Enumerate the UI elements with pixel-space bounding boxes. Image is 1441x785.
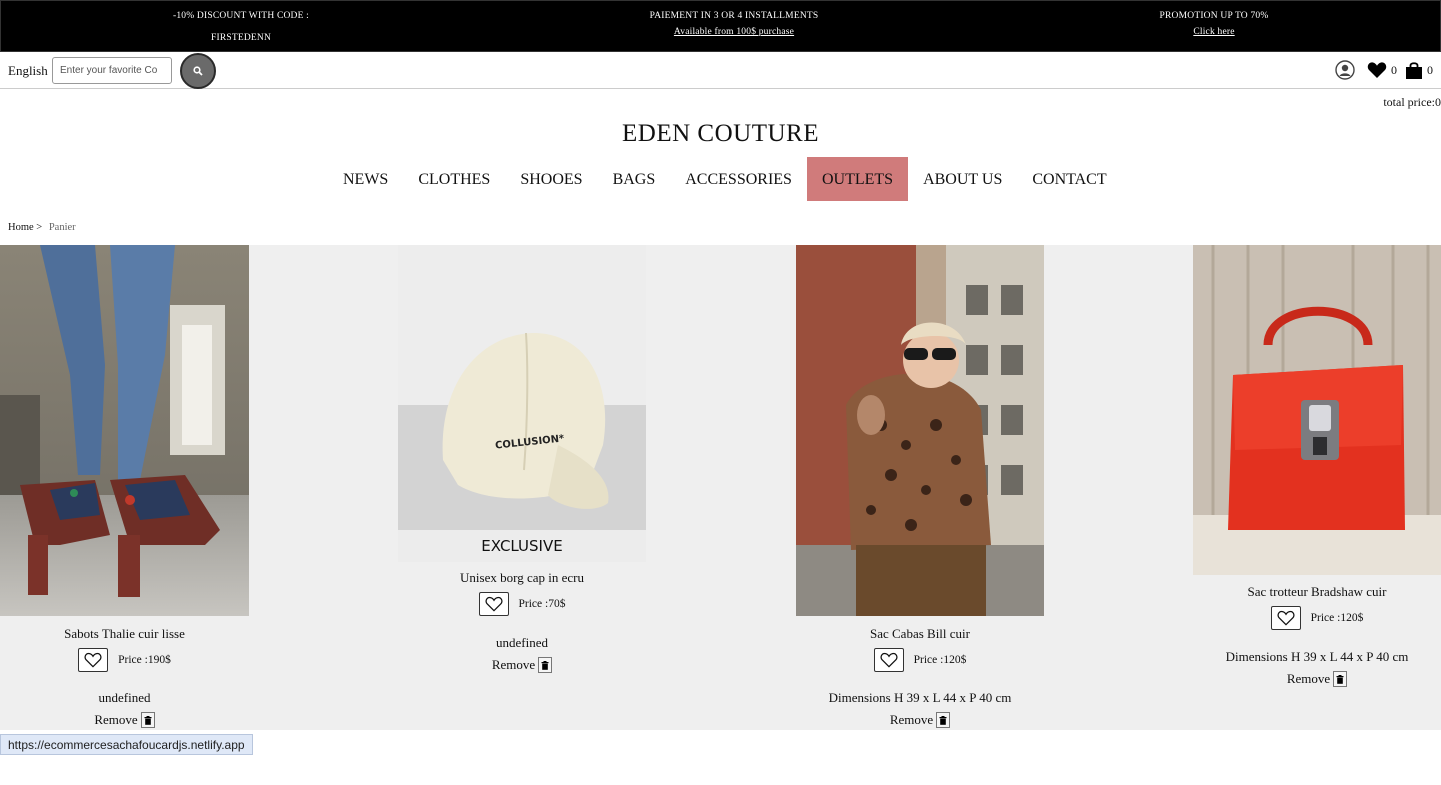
- trash-icon[interactable]: [936, 712, 951, 728]
- add-to-wishlist-button[interactable]: [78, 648, 109, 672]
- trash-icon[interactable]: [538, 657, 553, 673]
- product-price: Price :120$: [1310, 612, 1364, 624]
- promo-installments: PAIEMENT IN 3 OR 4 INSTALLMENTS Availabl…: [584, 1, 884, 53]
- breadcrumb-home[interactable]: Home >: [8, 222, 42, 233]
- promo-discount: -10% DISCOUNT WITH CODE : FIRSTEDENN: [141, 1, 341, 53]
- promo-sale: PROMOTION UP TO 70% Click here: [1114, 1, 1314, 53]
- product-price-row: Price :190$: [0, 648, 249, 672]
- exclusive-badge: EXCLUSIVE: [398, 530, 646, 562]
- promo-bar: -10% DISCOUNT WITH CODE : FIRSTEDENN PAI…: [0, 0, 1441, 52]
- heart-outline-icon: [84, 652, 102, 668]
- product-name: Unisex borg cap in ecru: [460, 570, 584, 585]
- product-details: Dimensions H 39 x L 44 x P 40 cm: [828, 690, 1012, 705]
- add-to-wishlist-button[interactable]: [1270, 606, 1301, 630]
- remove-button[interactable]: Remove: [1193, 671, 1441, 687]
- wishlist-count: 0: [1391, 62, 1397, 77]
- product-price: Price :120$: [913, 654, 967, 666]
- toolbar: English 0 0: [0, 52, 1441, 89]
- search-icon: [193, 66, 203, 76]
- remove-label: Remove: [1286, 671, 1331, 686]
- product-price-row: Price :70$: [398, 592, 646, 616]
- promo-installments-link[interactable]: Available from 100$ purchase: [584, 27, 884, 37]
- product-price: Price :190$: [118, 654, 171, 666]
- remove-button[interactable]: Remove: [0, 712, 249, 728]
- nav-outlets[interactable]: OUTLETS: [806, 157, 909, 201]
- promo-discount-text: -10% DISCOUNT WITH CODE :: [172, 11, 310, 21]
- product-details: Dimensions H 39 x L 44 x P 40 cm: [1225, 649, 1409, 664]
- wishlist-button[interactable]: [1367, 61, 1387, 79]
- account-button[interactable]: [1335, 60, 1355, 80]
- product-details: undefined: [98, 690, 151, 705]
- add-to-wishlist-button[interactable]: [478, 592, 509, 616]
- remove-label: Remove: [94, 712, 138, 727]
- nav-about-us[interactable]: ABOUT US: [908, 157, 1017, 201]
- nav-accessories[interactable]: ACCESSORIES: [670, 157, 807, 201]
- nav-clothes[interactable]: CLOTHES: [403, 157, 505, 201]
- product-details: undefined: [496, 635, 548, 650]
- breadcrumb-current: Panier: [48, 222, 76, 233]
- trash-icon[interactable]: [1333, 671, 1348, 687]
- promo-sale-text: PROMOTION UP TO 70%: [1159, 11, 1269, 21]
- product-price: Price :70$: [518, 598, 566, 610]
- header-actions: 0 0: [1335, 57, 1433, 83]
- remove-label: Remove: [889, 712, 934, 727]
- trash-icon[interactable]: [140, 712, 155, 728]
- nav-bags[interactable]: BAGS: [598, 157, 671, 201]
- breadcrumb: Home > Panier: [8, 222, 76, 233]
- user-icon: [1335, 60, 1355, 80]
- product-name: Sac Cabas Bill cuir: [869, 626, 970, 641]
- cart-product-list: Sabots Thalie cuir lisse Price :190$ und…: [0, 245, 1441, 730]
- remove-button[interactable]: Remove: [398, 657, 646, 673]
- remove-label: Remove: [491, 657, 536, 672]
- search-input[interactable]: [52, 57, 172, 84]
- product-name: Sac trotteur Bradshaw cuir: [1247, 584, 1387, 599]
- remove-button[interactable]: Remove: [796, 712, 1044, 728]
- brand-logo[interactable]: EDEN COUTURE: [0, 120, 1441, 148]
- heart-icon: [1367, 62, 1387, 78]
- heart-outline-icon: [485, 596, 502, 612]
- promo-installments-text: PAIEMENT IN 3 OR 4 INSTALLMENTS: [649, 11, 819, 21]
- main-nav: NEWS CLOTHES SHOOES BAGS ACCESSORIES OUT…: [328, 157, 1122, 201]
- product-image[interactable]: [0, 245, 249, 616]
- total-price: total price:0: [1383, 95, 1441, 109]
- nav-news[interactable]: NEWS: [328, 157, 403, 201]
- product-price-row: Price :120$: [1193, 606, 1441, 630]
- nav-shoes[interactable]: SHOOES: [505, 157, 597, 201]
- product-image[interactable]: COLLUSION*: [398, 245, 646, 562]
- product-price-row: Price :120$: [796, 648, 1044, 672]
- promo-discount-code: FIRSTEDENN: [210, 33, 272, 43]
- product-name: Sabots Thalie cuir lisse: [64, 626, 185, 641]
- nav-contact[interactable]: CONTACT: [1017, 157, 1121, 201]
- heart-outline-icon: [1277, 610, 1295, 626]
- search-button[interactable]: [180, 53, 216, 89]
- shopping-bag-icon: [1406, 61, 1422, 79]
- cart-count: 0: [1427, 62, 1433, 77]
- promo-sale-link[interactable]: Click here: [1114, 27, 1314, 37]
- status-bar-url: https://ecommercesachafoucardjs.netlify.…: [0, 734, 253, 755]
- language-selector[interactable]: English: [8, 63, 48, 79]
- add-to-wishlist-button[interactable]: [873, 648, 904, 672]
- cart-button[interactable]: [1405, 61, 1423, 80]
- product-image[interactable]: [1193, 245, 1441, 575]
- product-image[interactable]: [796, 245, 1044, 616]
- heart-outline-icon: [880, 652, 898, 668]
